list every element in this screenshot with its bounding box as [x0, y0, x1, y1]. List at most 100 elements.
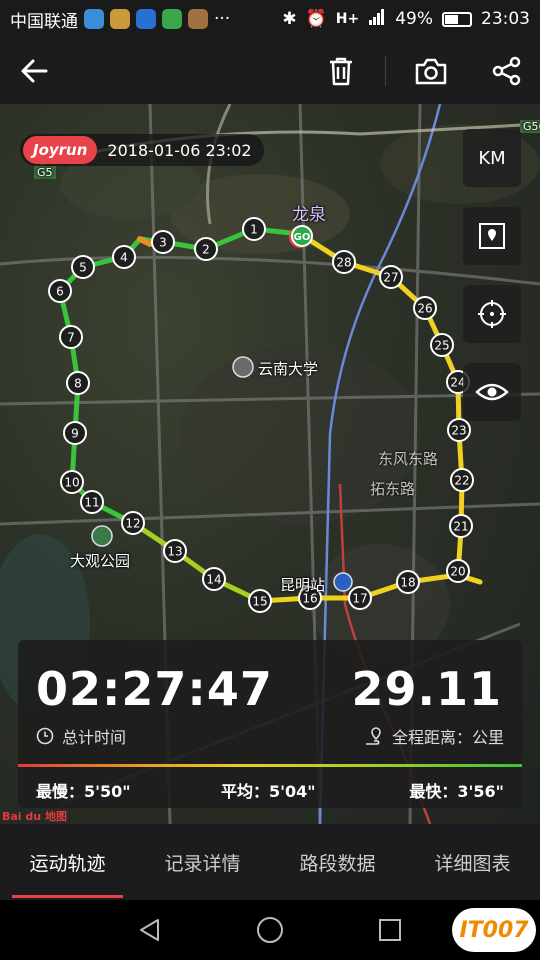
tab-track[interactable]: 运动轨迹: [0, 824, 135, 900]
square-recents-icon: [379, 919, 401, 941]
km-marker-label: 11: [84, 496, 99, 510]
trash-icon: [330, 57, 352, 86]
km-marker-22: 22: [450, 468, 474, 492]
km-marker-2: 2: [194, 237, 218, 261]
eye-icon: [475, 383, 509, 401]
run-datetime: 2018-01-06 23:02: [107, 140, 252, 160]
km-marker-label: 3: [159, 236, 167, 250]
share-icon: [492, 56, 521, 86]
km-marker-21: 21: [449, 514, 473, 538]
nav-home-button[interactable]: [240, 900, 300, 960]
tab-detailed-charts[interactable]: 详细图表: [405, 824, 540, 900]
km-marker-5: 5: [71, 255, 95, 279]
km-marker-8: 8: [66, 371, 90, 395]
app-notification-icon: [188, 9, 208, 29]
poi-kunming-station: [333, 572, 353, 592]
km-marker-label: 9: [71, 427, 79, 441]
km-marker-18: 18: [396, 570, 420, 594]
bottom-tabs: 运动轨迹 记录详情 路段数据 详细图表: [0, 824, 540, 900]
km-marker-15: 15: [248, 589, 272, 613]
joyrun-logo: Joyrun: [23, 136, 98, 164]
km-marker-label: 14: [206, 573, 221, 587]
km-marker-label: 12: [125, 517, 140, 531]
locate-button[interactable]: [463, 285, 521, 343]
bluetooth-icon: ✱: [282, 9, 297, 29]
km-marker-label: 21: [453, 520, 468, 534]
tab-segment-data[interactable]: 路段数据: [270, 824, 405, 900]
baidu-logo: Bai du 地图: [2, 810, 67, 823]
km-marker-26: 26: [413, 296, 437, 320]
km-marker-label: 1: [250, 223, 258, 237]
km-marker-label: 6: [56, 285, 64, 299]
app-notification-icon: [84, 9, 104, 29]
app-notification-icon: [110, 9, 130, 29]
nav-recents-button[interactable]: [360, 900, 420, 960]
clock: 23:03: [481, 9, 530, 29]
battery-icon: [442, 11, 472, 27]
km-marker-label: 20: [450, 565, 465, 579]
poi-daguan-park: [91, 525, 113, 547]
route-pin-icon: [365, 727, 381, 745]
km-marker-label: 18: [400, 576, 415, 590]
crosshair-icon: [478, 300, 506, 328]
top-toolbar: [0, 38, 540, 104]
km-marker-25: 25: [430, 333, 454, 357]
fastest-pace: 最快：3'56": [409, 782, 504, 801]
km-marker-9: 9: [63, 421, 87, 445]
duration-caption: 总计时间: [36, 724, 126, 748]
map-label-kunming-station: 昆明站: [280, 576, 326, 594]
km-marker-12: 12: [121, 511, 145, 535]
km-marker-13: 13: [163, 539, 187, 563]
start-marker-label: GO: [294, 232, 311, 243]
km-marker-label: 25: [434, 339, 449, 353]
km-marker-3: 3: [151, 230, 175, 254]
map-label-g56: G56: [520, 120, 540, 133]
carrier-name: 中国联通: [10, 11, 78, 32]
map-pin-icon: [479, 223, 505, 249]
distance-caption: 全程距离：公里: [364, 724, 504, 748]
km-marker-label: 26: [417, 302, 432, 316]
km-marker-label: 5: [79, 261, 87, 275]
delete-button[interactable]: [318, 38, 364, 104]
clock-icon: [36, 727, 54, 745]
km-marker-6: 6: [48, 279, 72, 303]
map-label-g5: G5: [34, 166, 56, 179]
battery-fill: [445, 14, 458, 24]
pace-gradient-bar: [18, 764, 522, 767]
km-marker-label: 22: [454, 474, 469, 488]
tab-record-details[interactable]: 记录详情: [135, 824, 270, 900]
share-button[interactable]: [484, 38, 530, 104]
duration-label: 总计时间: [62, 728, 127, 747]
alarm-icon: ⏰: [305, 9, 327, 29]
start-marker: GO: [289, 225, 313, 248]
unit-label: KM: [478, 147, 506, 169]
status-bar: 中国联通 ··· ✱ ⏰ H+ 49% 23:03: [0, 0, 540, 38]
back-button[interactable]: [10, 38, 58, 104]
nav-back-button[interactable]: [120, 900, 180, 960]
back-arrow-icon: [21, 59, 48, 83]
camera-button[interactable]: [408, 38, 454, 104]
map-label-dongfeng-east: 东风东路: [378, 450, 439, 468]
slowest-pace: 最慢：5'50": [36, 782, 131, 801]
km-marker-label: 7: [67, 331, 75, 345]
triangle-back-icon: [140, 919, 159, 941]
battery-percent: 49%: [395, 9, 433, 29]
km-marker-28: 28: [332, 250, 356, 274]
stats-panel: 02:27:47 29.11 总计时间 全程距离：公里 最慢：5'50" 平均：…: [18, 640, 522, 808]
it007-watermark: IT007: [452, 908, 536, 952]
km-marker-11: 11: [80, 490, 104, 514]
km-marker-label: 23: [451, 424, 466, 438]
visibility-button[interactable]: [463, 363, 521, 421]
more-notifications-icon: ···: [214, 9, 231, 29]
km-marker-label: 28: [336, 256, 351, 270]
km-marker-label: 17: [352, 592, 367, 606]
average-pace: 平均：5'04": [221, 782, 316, 801]
km-marker-7: 7: [59, 325, 83, 349]
map-label-yunnan-university: 云南大学: [258, 360, 319, 378]
km-marker-14: 14: [202, 567, 226, 591]
map-type-button[interactable]: [463, 207, 521, 265]
km-marker-23: 23: [447, 418, 471, 442]
unit-button[interactable]: KM: [463, 129, 521, 187]
km-marker-label: 15: [252, 595, 267, 609]
km-marker-label: 10: [64, 476, 79, 490]
